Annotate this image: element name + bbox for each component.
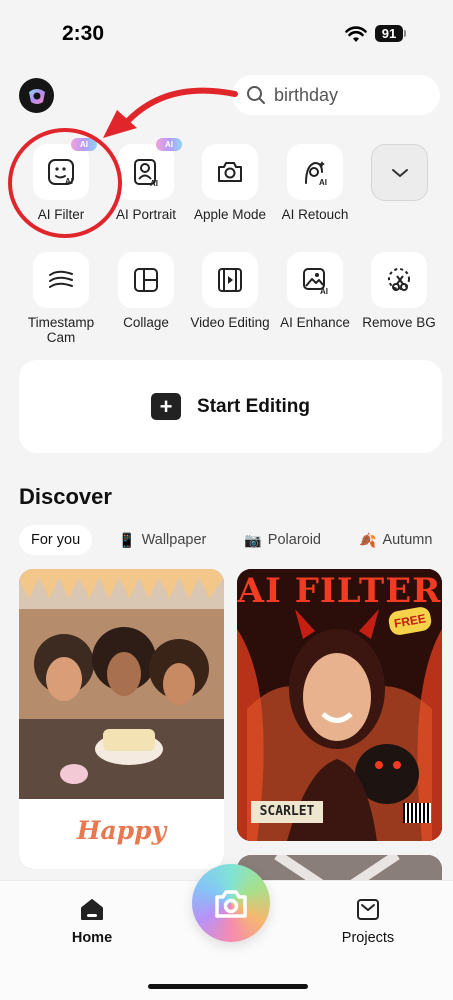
start-editing-button[interactable]: + Start Editing: [19, 360, 442, 453]
chip-wallpaper[interactable]: 📱 Wallpaper: [106, 525, 218, 555]
tool-timestamp-cam-box: [33, 252, 89, 308]
chip-label: Polaroid: [267, 532, 321, 548]
search-icon: [247, 86, 265, 104]
camera-icon: [218, 162, 242, 182]
chip-autumn[interactable]: 🍂 Autumn: [347, 525, 444, 555]
chip-for-you[interactable]: For you: [19, 525, 93, 555]
tool-label: AI Enhance: [280, 315, 350, 330]
home-icon: [81, 899, 103, 920]
phone-icon: 📱: [118, 531, 136, 548]
camera-icon: [215, 890, 247, 918]
tool-ai-enhance[interactable]: AI AI Enhance: [273, 252, 357, 330]
chip-label: Autumn: [382, 532, 433, 548]
logo-icon: [28, 88, 45, 104]
chip-label: For you: [31, 532, 81, 548]
tool-collage[interactable]: Collage: [104, 252, 188, 330]
svg-text:AI: AI: [319, 178, 327, 187]
svg-text:AI: AI: [65, 177, 73, 186]
tab-projects[interactable]: Projects: [323, 897, 413, 946]
ai-portrait-icon: AI: [134, 159, 158, 187]
scissors-icon: [388, 268, 410, 291]
ai-badge: AI: [156, 138, 182, 151]
ai-face-icon: AI: [48, 159, 74, 186]
tool-ai-filter-box: AI AI: [33, 138, 97, 200]
search-input[interactable]: [274, 84, 424, 106]
tool-ai-enhance-box: AI: [287, 252, 343, 308]
tab-home-label: Home: [71, 930, 113, 946]
tool-label: Remove BG: [362, 315, 436, 330]
wifi-icon: [345, 26, 367, 42]
status-time: 2:30: [62, 22, 105, 45]
discover-title: Discover: [19, 484, 112, 509]
discover-card-birthday[interactable]: Happy Birthday!: [19, 569, 224, 869]
svg-text:AI: AI: [150, 179, 158, 187]
video-icon: [218, 268, 242, 292]
ai-badge: AI: [71, 138, 97, 151]
tab-projects-label: Projects: [341, 930, 395, 946]
tool-video-editing[interactable]: Video Editing: [188, 252, 272, 330]
chip-label: Wallpaper: [141, 532, 207, 548]
tool-label: Timestamp Cam: [27, 315, 95, 345]
tool-apple-mode[interactable]: Apple Mode: [188, 144, 272, 222]
tool-video-editing-box: [202, 252, 258, 308]
tool-label: Apple Mode: [193, 207, 267, 222]
battery-tip: [404, 30, 406, 37]
camera-button[interactable]: [192, 864, 270, 942]
tool-ai-filter[interactable]: AI AI AI Filter: [19, 138, 103, 222]
tab-home[interactable]: Home: [47, 897, 137, 946]
timestamp-icon: [49, 270, 73, 288]
birthday-caption: Happy Birthday!: [19, 799, 224, 869]
chevron-down-icon: [391, 168, 408, 177]
home-indicator: [148, 984, 308, 989]
chip-polaroid[interactable]: 📷 Polaroid: [232, 525, 333, 555]
expand-tools-button[interactable]: [371, 144, 428, 201]
tool-label: AI Retouch: [281, 207, 349, 222]
status-bar: 2:30 91: [0, 0, 453, 60]
tool-ai-retouch-box: AI: [287, 144, 343, 200]
tool-collage-box: [118, 252, 174, 308]
ai-enhance-icon: AI: [303, 268, 328, 295]
tool-label: AI Portrait: [115, 207, 177, 222]
app-logo[interactable]: [19, 78, 54, 113]
tool-ai-portrait[interactable]: AI AI AI Portrait: [104, 138, 188, 222]
collage-icon: [134, 268, 158, 292]
search-bar[interactable]: [232, 75, 440, 115]
tool-label: Video Editing: [190, 315, 270, 330]
camera-icon: 📷: [244, 531, 262, 548]
tool-timestamp-cam[interactable]: Timestamp Cam: [19, 252, 103, 345]
ai-filter-card-title: AI FILTER: [237, 571, 442, 611]
projects-icon: [357, 899, 379, 920]
tool-label: Collage: [123, 315, 169, 330]
birthday-photo-image: [19, 569, 224, 799]
discover-chips: For you 📱 Wallpaper 📷 Polaroid 🍂 Autumn: [19, 525, 453, 555]
tool-apple-mode-box: [202, 144, 258, 200]
tool-label: AI Filter: [37, 207, 85, 222]
svg-text:AI: AI: [320, 287, 328, 295]
leaf-icon: 🍂: [359, 531, 377, 548]
barcode-icon: [403, 803, 431, 823]
tool-ai-portrait-box: AI AI: [118, 138, 182, 200]
tool-remove-bg[interactable]: Remove BG: [357, 252, 441, 330]
start-editing-label: Start Editing: [197, 395, 310, 417]
battery-indicator: 91: [375, 25, 403, 42]
tool-ai-retouch[interactable]: AI AI Retouch: [273, 144, 357, 222]
plus-icon: +: [151, 393, 182, 420]
tool-remove-bg-box: [371, 252, 427, 308]
discover-card-ai-filter[interactable]: AI FILTER FREE SCARLET: [237, 569, 442, 841]
name-tag: SCARLET: [251, 801, 323, 823]
ai-retouch-icon: AI: [305, 161, 327, 187]
